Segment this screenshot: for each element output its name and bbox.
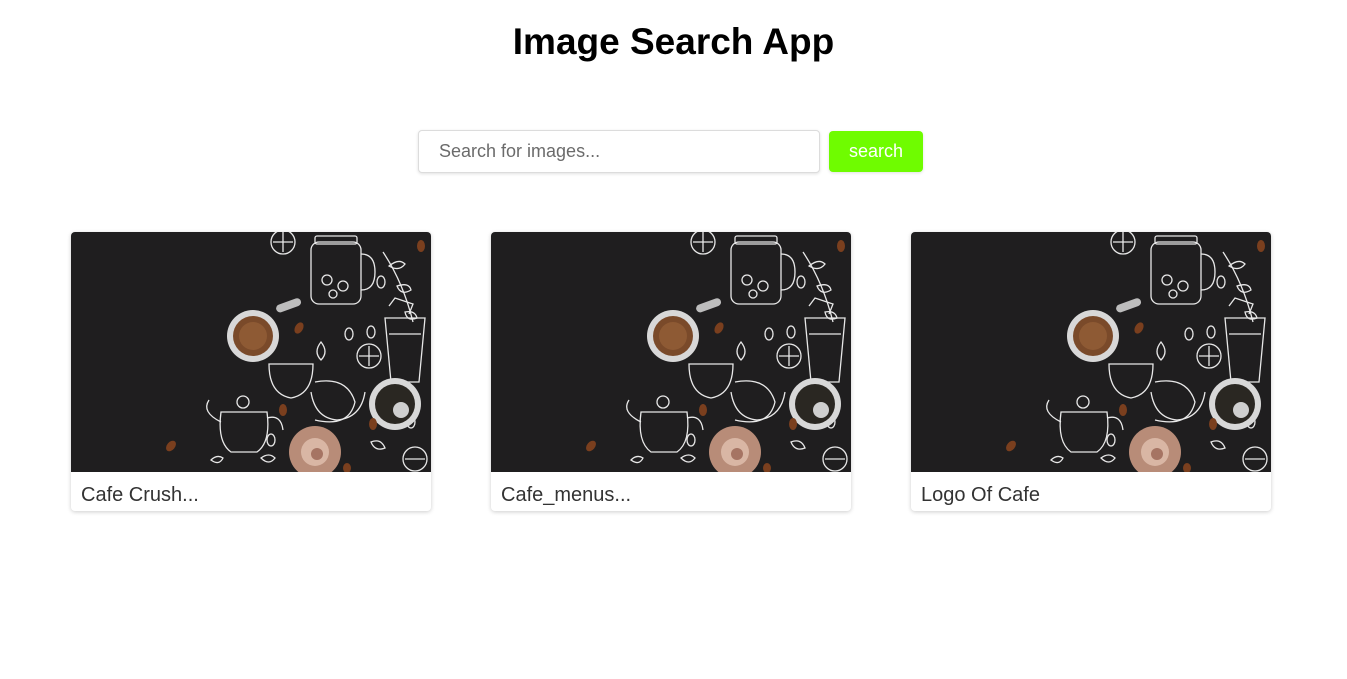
search-input[interactable] [418, 130, 820, 173]
result-image[interactable] [911, 232, 1271, 472]
result-card[interactable]: Logo Of Cafe [911, 232, 1271, 511]
result-card[interactable]: Cafe Crush... [71, 232, 431, 511]
search-form: search [418, 130, 924, 173]
result-title: Cafe_menus... [501, 484, 632, 506]
result-image[interactable] [491, 232, 851, 472]
search-button[interactable]: search [829, 131, 923, 172]
result-card[interactable]: Cafe_menus... [491, 232, 851, 511]
result-image[interactable] [71, 232, 431, 472]
result-title: Cafe Crush... [81, 484, 199, 506]
page-title: Image Search App [512, 21, 835, 62]
result-title: Logo Of Cafe [921, 484, 1040, 506]
results-grid: Cafe Crush... Cafe_menus... Logo Of Cafe [71, 232, 1271, 512]
